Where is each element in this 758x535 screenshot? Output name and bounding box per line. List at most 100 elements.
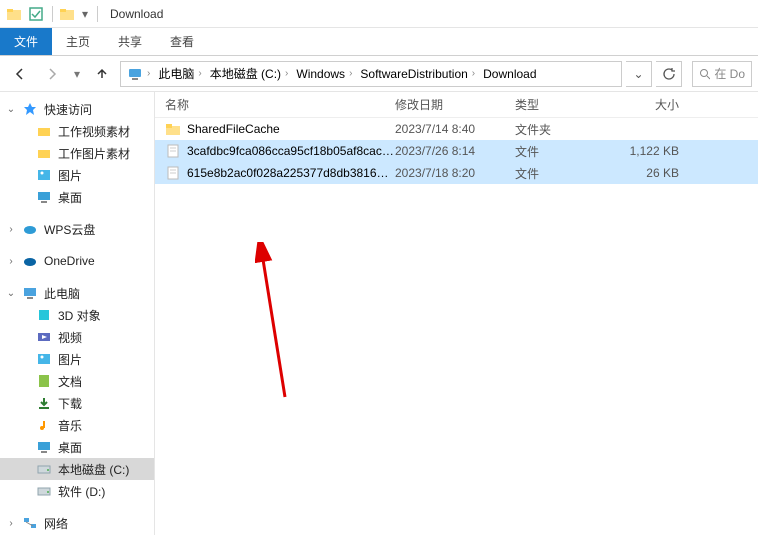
- sidebar-item[interactable]: 3D 对象: [0, 304, 154, 326]
- qat-props-icon[interactable]: [57, 4, 77, 24]
- recent-dropdown[interactable]: ▾: [70, 61, 84, 87]
- file-name: 615e8b2ac0f028a225377d8db381647...: [187, 166, 395, 180]
- expand-icon[interactable]: ⌄: [6, 104, 16, 115]
- refresh-button[interactable]: [656, 61, 682, 87]
- star-icon: [22, 101, 38, 117]
- desktop-icon: [36, 439, 52, 455]
- navigation-pane[interactable]: ⌄ 快速访问 工作视频素材 工作图片素材 图片 桌面 ›WPS云盘 ›OneDr…: [0, 92, 155, 535]
- annotation-arrow: [255, 242, 295, 402]
- pictures-icon: [36, 351, 52, 367]
- search-icon: [699, 68, 710, 80]
- file-type: 文件: [515, 143, 615, 160]
- separator: [97, 6, 98, 22]
- breadcrumb-item[interactable]: Windows›: [292, 67, 356, 81]
- sidebar-onedrive[interactable]: ›OneDrive: [0, 250, 154, 272]
- breadcrumb-item[interactable]: 本地磁盘 (C:)›: [206, 65, 293, 82]
- sidebar-item[interactable]: 视频: [0, 326, 154, 348]
- file-size: 26 KB: [615, 166, 695, 180]
- file-icon: [165, 165, 181, 181]
- column-type[interactable]: 类型: [515, 96, 615, 113]
- sidebar-item[interactable]: 音乐: [0, 414, 154, 436]
- expand-icon[interactable]: ›: [6, 224, 16, 235]
- network-icon: [22, 515, 38, 531]
- cloud-icon: [22, 253, 38, 269]
- file-name: 3cafdbc9fca086cca95cf18b05af8cace...: [187, 144, 395, 158]
- file-list-pane: 名称 修改日期 类型 大小 SharedFileCache 2023/7/14 8…: [155, 92, 758, 535]
- video-icon: [36, 329, 52, 345]
- sidebar-network[interactable]: ›网络: [0, 512, 154, 534]
- sidebar-item[interactable]: 本地磁盘 (C:): [0, 458, 154, 480]
- pc-icon: [127, 66, 143, 82]
- file-row[interactable]: 3cafdbc9fca086cca95cf18b05af8cace...2023…: [155, 140, 758, 162]
- address-dropdown[interactable]: ⌄: [626, 61, 652, 87]
- expand-icon[interactable]: ›: [6, 518, 16, 529]
- sidebar-this-pc[interactable]: ⌄此电脑: [0, 282, 154, 304]
- file-date: 2023/7/14 8:40: [395, 122, 515, 136]
- pictures-icon: [36, 167, 52, 183]
- file-type: 文件: [515, 165, 615, 182]
- desktop-icon: [36, 189, 52, 205]
- search-input[interactable]: 在 Do: [692, 61, 752, 87]
- forward-button[interactable]: [38, 61, 66, 87]
- sidebar-item[interactable]: 工作图片素材: [0, 142, 154, 164]
- file-row[interactable]: SharedFileCache 2023/7/14 8:40文件夹: [155, 118, 758, 140]
- sidebar-item[interactable]: 图片: [0, 348, 154, 370]
- expand-icon[interactable]: ›: [6, 256, 16, 267]
- column-name[interactable]: 名称: [165, 96, 395, 113]
- sidebar-item[interactable]: 文档: [0, 370, 154, 392]
- breadcrumb-item[interactable]: Download: [479, 67, 540, 81]
- chevron-right-icon: ›: [147, 68, 150, 79]
- 3d-icon: [36, 307, 52, 323]
- tab-view[interactable]: 查看: [156, 28, 208, 55]
- cloud-icon: [22, 221, 38, 237]
- address-bar: ▾ › 此电脑› 本地磁盘 (C:)› Windows› SoftwareDis…: [0, 56, 758, 92]
- pc-icon: [22, 285, 38, 301]
- sidebar-item[interactable]: 下载: [0, 392, 154, 414]
- separator: [52, 6, 53, 22]
- file-name: SharedFileCache: [187, 122, 280, 136]
- sidebar-item[interactable]: 桌面: [0, 186, 154, 208]
- file-date: 2023/7/26 8:14: [395, 144, 515, 158]
- column-size[interactable]: 大小: [615, 96, 695, 113]
- tab-share[interactable]: 共享: [104, 28, 156, 55]
- chevron-right-icon: ›: [472, 68, 475, 79]
- back-button[interactable]: [6, 61, 34, 87]
- file-row[interactable]: 615e8b2ac0f028a225377d8db381647...2023/7…: [155, 162, 758, 184]
- qat-save-icon[interactable]: [26, 4, 46, 24]
- chevron-right-icon: ›: [285, 68, 288, 79]
- tab-file[interactable]: 文件: [0, 28, 52, 55]
- music-icon: [36, 417, 52, 433]
- breadcrumb-root[interactable]: ›: [123, 66, 154, 82]
- expand-icon[interactable]: ⌄: [6, 288, 16, 299]
- sidebar-item[interactable]: 图片: [0, 164, 154, 186]
- breadcrumb[interactable]: › 此电脑› 本地磁盘 (C:)› Windows› SoftwareDistr…: [120, 61, 622, 87]
- breadcrumb-item[interactable]: SoftwareDistribution›: [356, 67, 479, 81]
- chevron-right-icon: ›: [198, 68, 201, 79]
- docs-icon: [36, 373, 52, 389]
- qat-dropdown-icon[interactable]: ▾: [79, 4, 91, 24]
- ribbon-tabs: 文件 主页 共享 查看: [0, 28, 758, 56]
- folder-icon: [4, 4, 24, 24]
- search-placeholder: 在 Do: [714, 65, 745, 82]
- tab-home[interactable]: 主页: [52, 28, 104, 55]
- column-headers[interactable]: 名称 修改日期 类型 大小: [155, 92, 758, 118]
- folder-icon: [165, 121, 181, 137]
- file-icon: [165, 143, 181, 159]
- file-type: 文件夹: [515, 121, 615, 138]
- folder-icon: [36, 123, 52, 139]
- downloads-icon: [36, 395, 52, 411]
- file-date: 2023/7/18 8:20: [395, 166, 515, 180]
- sidebar-item[interactable]: 工作视频素材: [0, 120, 154, 142]
- drive-icon: [36, 483, 52, 499]
- sidebar-item[interactable]: 软件 (D:): [0, 480, 154, 502]
- sidebar-item[interactable]: 桌面: [0, 436, 154, 458]
- up-button[interactable]: [88, 61, 116, 87]
- column-date[interactable]: 修改日期: [395, 96, 515, 113]
- drive-icon: [36, 461, 52, 477]
- sidebar-wps[interactable]: ›WPS云盘: [0, 218, 154, 240]
- sidebar-quick-access[interactable]: ⌄ 快速访问: [0, 98, 154, 120]
- window-title: Download: [110, 7, 163, 21]
- folder-icon: [36, 145, 52, 161]
- breadcrumb-item[interactable]: 此电脑›: [154, 65, 205, 82]
- title-bar: ▾ Download: [0, 0, 758, 28]
